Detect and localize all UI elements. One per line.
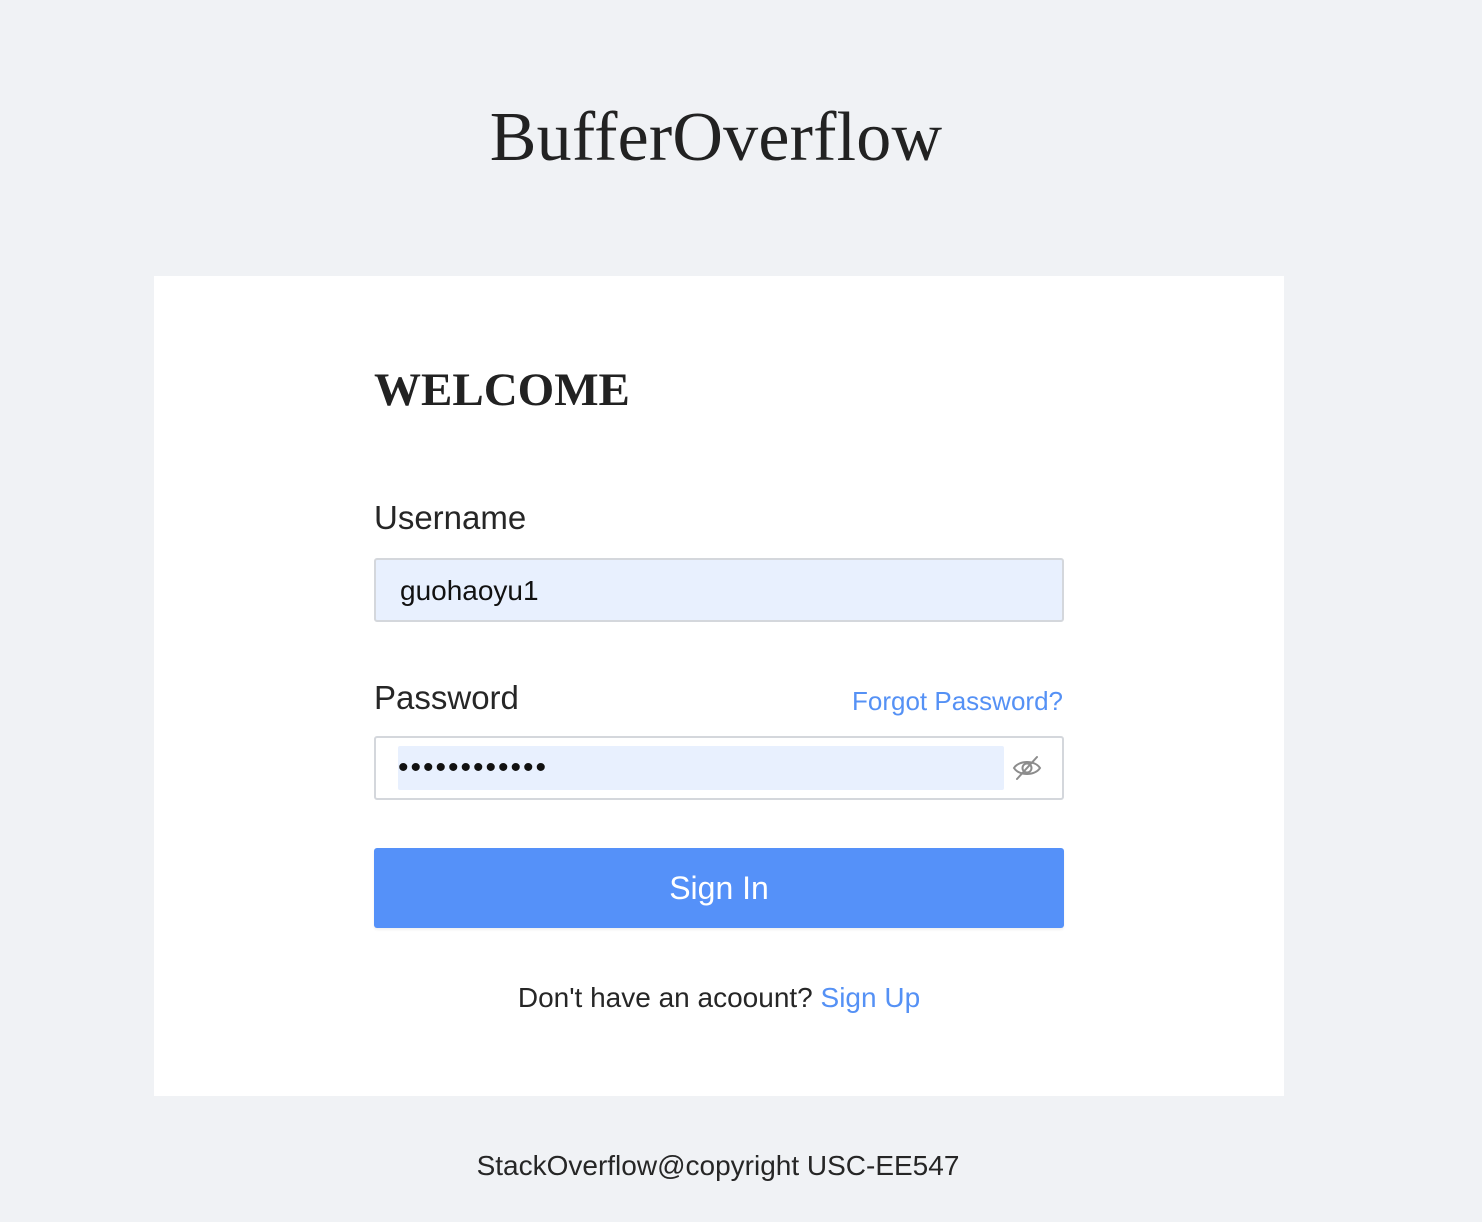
username-label: Username — [374, 499, 527, 536]
login-card: WELCOME Username Password Forgot Passwor… — [154, 276, 1284, 1096]
password-label: Password — [374, 679, 519, 716]
signup-prompt-line: Don't have an acoount? Sign Up — [154, 980, 1284, 1016]
sign-up-link[interactable]: Sign Up — [821, 982, 921, 1013]
welcome-heading: WELCOME — [374, 364, 630, 416]
username-field-container — [374, 558, 1064, 622]
password-input[interactable] — [398, 746, 988, 790]
signup-prompt-text: Don't have an acoount? — [517, 982, 813, 1013]
password-field-container — [374, 736, 1064, 800]
footer-copyright: StackOverflow@copyright USC-EE547 — [476, 1150, 960, 1181]
forgot-password-link[interactable]: Forgot Password? — [852, 685, 1063, 717]
eye-off-icon[interactable] — [1012, 754, 1042, 782]
sign-in-button[interactable]: Sign In — [374, 848, 1064, 928]
username-input[interactable] — [398, 560, 1042, 622]
site-title: BufferOverflow — [489, 99, 943, 176]
password-autofill-area — [398, 746, 1004, 790]
